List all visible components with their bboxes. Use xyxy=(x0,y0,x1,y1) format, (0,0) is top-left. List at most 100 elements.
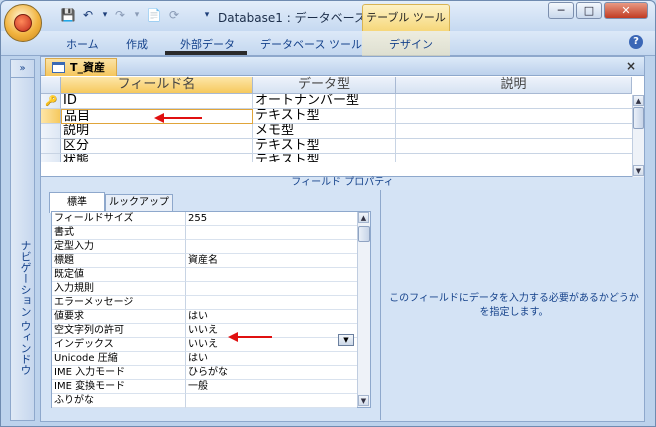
required-dropdown-button[interactable]: ▼ xyxy=(338,334,354,346)
property-row[interactable]: 書式 xyxy=(52,226,357,240)
tab-lookup[interactable]: ルックアップ xyxy=(105,194,173,211)
scroll-up-icon[interactable]: ▲ xyxy=(633,95,644,106)
grid-scrollbar[interactable]: ▲ ▼ xyxy=(632,95,644,177)
property-row[interactable]: ふりがな xyxy=(52,394,357,408)
data-type-cell[interactable]: テキスト型 xyxy=(253,139,396,154)
property-row[interactable]: エラーメッセージ xyxy=(52,296,357,310)
property-row[interactable]: 空文字列の許可 いいえ xyxy=(52,324,357,338)
property-help-panel: このフィールドにデータを入力する必要があるかどうかを指定します。 xyxy=(380,190,644,420)
new-icon[interactable]: 📄 xyxy=(146,8,162,23)
row-selector[interactable]: 🔑 xyxy=(41,94,61,109)
data-type-cell[interactable]: オートナンバー型 xyxy=(253,94,396,109)
scroll-down-icon[interactable]: ▼ xyxy=(358,395,369,406)
redo-dropdown-icon[interactable]: ▾ xyxy=(129,8,145,23)
property-value[interactable] xyxy=(186,240,357,254)
red-arrow-icon xyxy=(228,332,272,342)
property-row[interactable]: インデックス いいえ xyxy=(52,338,357,352)
property-label: フィールドサイズ xyxy=(52,212,186,226)
description-cell[interactable] xyxy=(396,109,632,124)
property-label: 入力規則 xyxy=(52,282,186,296)
row-selector[interactable] xyxy=(41,139,61,154)
table-row[interactable]: 品目 テキスト型 xyxy=(41,109,632,124)
office-button[interactable] xyxy=(4,4,42,42)
document-tab-bar xyxy=(41,57,644,76)
property-row[interactable]: フィールドサイズ 255 xyxy=(52,212,357,226)
header-data-type: データ型 xyxy=(253,77,396,94)
property-row[interactable]: 入力規則 xyxy=(52,282,357,296)
table-row[interactable]: 区分 テキスト型 xyxy=(41,139,632,154)
field-name-cell[interactable]: 説明 xyxy=(61,124,253,139)
scroll-thumb[interactable] xyxy=(633,107,644,129)
field-name-cell[interactable]: 状態 xyxy=(61,154,253,162)
row-selector[interactable] xyxy=(41,154,61,162)
document-close-icon[interactable]: × xyxy=(626,59,636,73)
property-label: 定型入力 xyxy=(52,240,186,254)
save-icon[interactable]: 💾 xyxy=(60,8,76,23)
office-logo-icon xyxy=(14,14,32,32)
nav-toggle-button[interactable]: » xyxy=(11,60,34,78)
data-type-cell[interactable]: メモ型 xyxy=(253,124,396,139)
tab-database-tools[interactable]: データベース ツール xyxy=(260,36,362,52)
tab-create[interactable]: 作成 xyxy=(126,36,148,52)
undo-dropdown-icon[interactable]: ▾ xyxy=(97,8,113,23)
property-label: 空文字列の許可 xyxy=(52,324,186,338)
minimize-button[interactable]: ─ xyxy=(548,2,574,19)
property-row[interactable]: Unicode 圧縮 はい xyxy=(52,352,357,366)
help-icon[interactable]: ? xyxy=(629,35,643,49)
row-selector[interactable] xyxy=(41,124,61,139)
property-value[interactable]: はい xyxy=(186,352,357,366)
undo-icon[interactable]: ↶ xyxy=(80,8,96,23)
property-value[interactable] xyxy=(186,394,357,408)
description-cell[interactable] xyxy=(396,139,632,154)
property-value[interactable]: 一般 xyxy=(186,380,357,394)
table-icon xyxy=(52,62,65,73)
property-row[interactable]: IME 入力モード ひらがな xyxy=(52,366,357,380)
data-type-cell[interactable]: テキスト型 xyxy=(253,154,396,162)
field-name-cell[interactable]: ID xyxy=(61,94,253,109)
property-label: 標題 xyxy=(52,254,186,268)
property-label: IME 変換モード xyxy=(52,380,186,394)
table-row[interactable]: 状態 テキスト型 xyxy=(41,154,632,162)
scroll-down-icon[interactable]: ▼ xyxy=(633,165,644,176)
property-value[interactable] xyxy=(186,268,357,282)
redo-icon[interactable]: ↷ xyxy=(112,8,128,23)
navigation-pane[interactable]: » ナビゲーション ウィンドウ xyxy=(10,59,35,421)
property-label: Unicode 圧縮 xyxy=(52,352,186,366)
property-row[interactable]: 値要求 はい xyxy=(52,310,357,324)
tab-external-data[interactable]: 外部データ xyxy=(180,36,235,52)
property-row[interactable]: 標題 資産名 xyxy=(52,254,357,268)
tab-home[interactable]: ホーム xyxy=(66,36,99,52)
tab-design[interactable]: デザイン xyxy=(389,36,433,52)
table-row[interactable]: 🔑 ID オートナンバー型 xyxy=(41,94,632,109)
customize-qat-icon[interactable]: ▾ xyxy=(199,8,215,23)
row-selector[interactable] xyxy=(41,109,61,124)
scroll-thumb[interactable] xyxy=(358,226,370,242)
maximize-button[interactable]: □ xyxy=(576,2,602,19)
document-tab[interactable]: T_資産 xyxy=(45,58,117,76)
sync-icon[interactable]: ⟳ xyxy=(166,8,182,23)
red-arrow-icon xyxy=(154,113,202,123)
property-row[interactable]: 定型入力 xyxy=(52,240,357,254)
property-scrollbar[interactable]: ▲ ▼ xyxy=(357,212,370,407)
grid-corner[interactable] xyxy=(41,77,61,94)
property-row[interactable]: IME 変換モード 一般 xyxy=(52,380,357,394)
tab-general[interactable]: 標準 xyxy=(49,192,105,213)
description-cell[interactable] xyxy=(396,124,632,139)
property-sheet: フィールドサイズ 255 書式 定型入力 標題 資産名 既定値 入力規則 エラーメッ… xyxy=(51,211,371,408)
property-value[interactable]: ひらがな xyxy=(186,366,357,380)
property-value[interactable]: 255 xyxy=(186,212,357,226)
scroll-up-icon[interactable]: ▲ xyxy=(358,212,369,223)
property-value[interactable] xyxy=(186,226,357,240)
property-label: IME 入力モード xyxy=(52,366,186,380)
window-title: Database1 : データベース ... xyxy=(218,11,382,25)
property-value[interactable]: 資産名 xyxy=(186,254,357,268)
property-value[interactable] xyxy=(186,296,357,310)
field-name-cell[interactable]: 区分 xyxy=(61,139,253,154)
property-value[interactable] xyxy=(186,282,357,296)
data-type-cell[interactable]: テキスト型 xyxy=(253,109,396,124)
property-row[interactable]: 既定値 xyxy=(52,268,357,282)
close-button[interactable]: ✕ xyxy=(604,2,648,19)
description-cell[interactable] xyxy=(396,94,632,109)
table-row[interactable]: 説明 メモ型 xyxy=(41,124,632,139)
property-value[interactable]: はい xyxy=(186,310,357,324)
